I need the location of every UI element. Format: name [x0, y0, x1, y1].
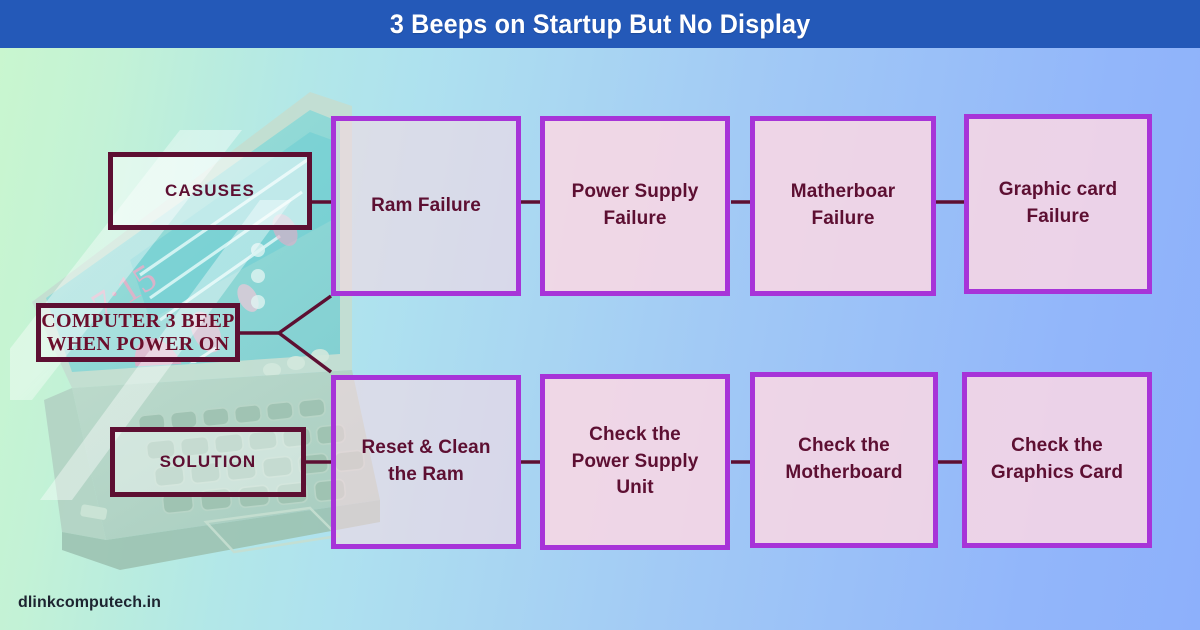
- cause-box-power-supply-failure[interactable]: Power Supply Failure: [540, 116, 730, 296]
- solution-box-check-motherboard[interactable]: Check the Motherboard: [750, 372, 938, 548]
- cause-box-motherboard-failure[interactable]: Matherboar Failure: [750, 116, 936, 296]
- cause-box-power-supply-failure-text: Power Supply Failure: [571, 181, 699, 229]
- cause-box-motherboard-failure-text: Matherboar Failure: [790, 181, 896, 229]
- solution-box-check-power-supply-unit-text: Check the Power Supply Unit: [571, 423, 699, 499]
- header-bar: 3 Beeps on Startup But No Display: [0, 0, 1200, 48]
- solution-box-check-power-supply-unit[interactable]: Check the Power Supply Unit: [540, 374, 730, 550]
- solution-box-reset-clean-ram[interactable]: Reset & Clean the Ram: [331, 375, 521, 549]
- label-box-solution[interactable]: SOLUTION: [110, 427, 306, 497]
- infographic-canvas: 7:15 CASUSES Ram Failure Power Supply Fa…: [0, 0, 1200, 630]
- footer-watermark: dlinkcomputech.in: [18, 594, 161, 612]
- root-box-computer-3-beep[interactable]: COMPUTER 3 BEEP WHEN POWER ON: [36, 303, 240, 362]
- label-solution-text: SOLUTION: [159, 452, 257, 471]
- solution-box-check-graphics-card-text: Check the Graphics Card: [990, 435, 1124, 483]
- root-box-line1: COMPUTER 3 BEEP: [41, 310, 235, 333]
- cause-box-graphic-card-failure[interactable]: Graphic card Failure: [964, 114, 1152, 294]
- label-causes-text: CASUSES: [165, 181, 255, 200]
- solution-box-reset-clean-ram-text: Reset & Clean the Ram: [361, 437, 491, 485]
- cause-box-graphic-card-failure-text: Graphic card Failure: [998, 179, 1118, 227]
- cause-box-ram-failure[interactable]: Ram Failure: [331, 116, 521, 296]
- label-box-causes[interactable]: CASUSES: [108, 152, 312, 230]
- root-box-line2: WHEN POWER ON: [46, 332, 230, 355]
- page-title: 3 Beeps on Startup But No Display: [389, 8, 811, 39]
- solution-box-check-motherboard-text: Check the Motherboard: [785, 435, 903, 483]
- watermark-text: dlinkcomputech.in: [18, 594, 162, 611]
- cause-box-ram-failure-text: Ram Failure: [371, 194, 481, 216]
- solution-box-check-graphics-card[interactable]: Check the Graphics Card: [962, 372, 1152, 548]
